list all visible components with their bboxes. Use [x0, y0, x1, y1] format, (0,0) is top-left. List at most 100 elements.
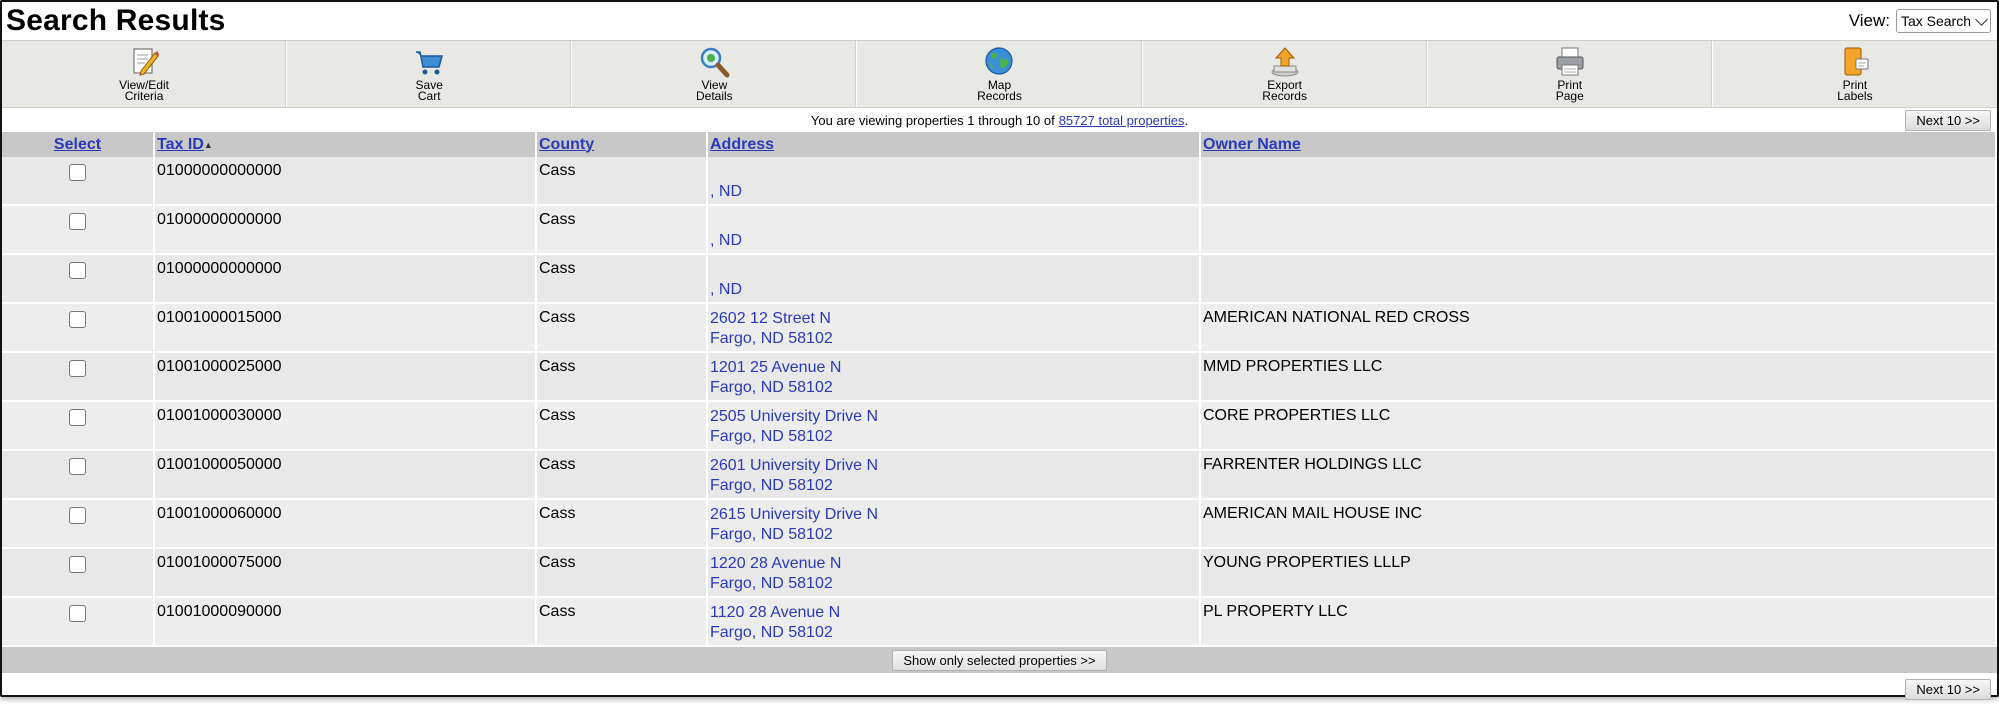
select-cell	[2, 401, 155, 451]
row-checkbox[interactable]	[69, 213, 86, 230]
view-edit-criteria-button[interactable]: View/Edit Criteria	[2, 41, 288, 107]
address-link[interactable]: 1201 25 Avenue N Fargo, ND 58102	[710, 353, 1197, 398]
save-cart-line2: Cart	[417, 89, 441, 103]
table-row: 01001000015000 Cass 2602 12 Street N Fargo,…	[2, 303, 1997, 353]
map-records-button[interactable]: Map Records	[857, 41, 1143, 107]
county-value: Cass	[539, 505, 576, 522]
select-sort-link[interactable]: Select	[54, 136, 101, 153]
table-row: 01001000090000 Cass 1120 28 Avenue N Fargo,…	[2, 597, 1997, 647]
county-cell: Cass	[536, 157, 708, 206]
export-upload-icon	[1267, 45, 1303, 79]
export-records-line2: Records	[1262, 89, 1307, 103]
row-checkbox[interactable]	[69, 311, 86, 328]
row-checkbox[interactable]	[69, 360, 86, 377]
row-checkbox[interactable]	[69, 458, 86, 475]
tax-id-cell: 01001000025000	[154, 352, 537, 402]
tax-id-value: 01000000000000	[157, 211, 282, 228]
address-link[interactable]: 1220 28 Avenue N Fargo, ND 58102	[710, 549, 1197, 594]
print-labels-line2: Labels	[1837, 89, 1873, 103]
map-records-line2: Records	[977, 89, 1022, 103]
tax-id-cell: 01001000060000	[154, 499, 537, 549]
show-selected-button[interactable]: Show only selected properties >>	[892, 649, 1107, 671]
print-labels-button[interactable]: Print Labels	[1713, 41, 1997, 107]
column-header-tax-id[interactable]: Tax ID▲	[154, 132, 537, 157]
county-value: Cass	[539, 456, 576, 473]
owner-name-value	[1203, 255, 1993, 260]
row-checkbox[interactable]	[69, 262, 86, 279]
address-link[interactable]: , ND	[710, 206, 1197, 251]
address-street	[710, 162, 1197, 182]
address-street: 2601 University Drive N	[710, 457, 879, 474]
chevron-down-icon	[1975, 12, 1988, 26]
page-header: Search Results View: Tax Search	[2, 2, 1997, 40]
address-link[interactable]: 2505 University Drive N Fargo, ND 58102	[710, 402, 1197, 447]
owner-cell	[1200, 157, 1997, 206]
select-cell	[2, 157, 155, 206]
total-properties-link[interactable]: 85727 total properties	[1059, 113, 1185, 128]
address-sort-link[interactable]: Address	[710, 136, 774, 153]
print-page-line2: Page	[1555, 89, 1584, 103]
address-street: 1220 28 Avenue N	[710, 555, 842, 572]
labels-icon	[1837, 45, 1873, 79]
address-city-state: , ND	[710, 281, 742, 298]
select-cell	[2, 597, 155, 647]
tax-id-value: 01001000060000	[157, 505, 282, 522]
select-cell	[2, 352, 155, 402]
county-value: Cass	[539, 162, 576, 179]
globe-icon	[981, 45, 1017, 79]
row-checkbox[interactable]	[69, 556, 86, 573]
results-table: Select Tax ID▲ County Address Owner Name…	[2, 132, 1997, 647]
save-cart-button[interactable]: Save Cart	[287, 41, 573, 107]
bottom-pagination: Next 10 >>	[2, 673, 1997, 703]
address-link[interactable]: 2602 12 Street N Fargo, ND 58102	[710, 304, 1197, 349]
county-cell: Cass	[536, 401, 708, 451]
column-header-select[interactable]: Select	[2, 132, 155, 157]
select-cell	[2, 254, 155, 304]
print-page-button[interactable]: Print Page	[1428, 41, 1713, 107]
address-cell: , ND	[707, 157, 1201, 206]
tax-id-sort-link[interactable]: Tax ID	[157, 136, 204, 153]
table-row: 01001000060000 Cass 2615 University Drive …	[2, 499, 1997, 549]
address-link[interactable]: , ND	[710, 255, 1197, 300]
column-header-address[interactable]: Address	[707, 132, 1201, 157]
row-checkbox[interactable]	[69, 164, 86, 181]
row-checkbox[interactable]	[69, 409, 86, 426]
address-link[interactable]: 1120 28 Avenue N Fargo, ND 58102	[710, 598, 1197, 643]
county-cell: Cass	[536, 597, 708, 647]
export-records-button[interactable]: Export Records	[1143, 41, 1428, 107]
row-checkbox[interactable]	[69, 507, 86, 524]
owner-sort-link[interactable]: Owner Name	[1203, 136, 1301, 153]
address-street: 2505 University Drive N	[710, 408, 879, 425]
address-link[interactable]: , ND	[710, 157, 1197, 202]
next-page-button-bottom[interactable]: Next 10 >>	[1905, 679, 1991, 700]
address-cell: 2602 12 Street N Fargo, ND 58102	[707, 303, 1201, 353]
address-link[interactable]: 2601 University Drive N Fargo, ND 58102	[710, 451, 1197, 496]
next-page-button-top[interactable]: Next 10 >>	[1905, 109, 1991, 131]
county-cell: Cass	[536, 548, 708, 598]
tax-id-cell: 01001000090000	[154, 597, 537, 647]
row-checkbox[interactable]	[69, 605, 86, 622]
county-cell: Cass	[536, 303, 708, 353]
address-city-state: Fargo, ND 58102	[710, 330, 833, 347]
county-value: Cass	[539, 554, 576, 571]
owner-name-value: CORE PROPERTIES LLC	[1203, 407, 1391, 424]
view-switcher: View: Tax Search	[1849, 9, 1991, 33]
tax-id-value: 01000000000000	[157, 260, 282, 277]
address-city-state: Fargo, ND 58102	[710, 575, 833, 592]
page-title: Search Results	[6, 4, 226, 37]
owner-name-value: YOUNG PROPERTIES LLLP	[1203, 554, 1411, 571]
address-link[interactable]: 2615 University Drive N Fargo, ND 58102	[710, 500, 1197, 545]
county-sort-link[interactable]: County	[539, 136, 594, 153]
edit-document-icon	[126, 45, 162, 79]
address-city-state: Fargo, ND 58102	[710, 428, 833, 445]
view-details-button[interactable]: View Details	[572, 41, 858, 107]
owner-cell: AMERICAN NATIONAL RED CROSS	[1200, 303, 1997, 353]
tax-id-value: 01001000015000	[157, 309, 282, 326]
results-count-text: You are viewing properties 1 through 10 …	[810, 112, 1055, 128]
view-select[interactable]: Tax Search	[1895, 9, 1991, 33]
column-header-county[interactable]: County	[536, 132, 708, 157]
address-cell: 2615 University Drive N Fargo, ND 58102	[707, 499, 1201, 549]
column-header-owner[interactable]: Owner Name	[1200, 132, 1997, 157]
printer-icon	[1552, 45, 1588, 79]
owner-cell: PL PROPERTY LLC	[1200, 597, 1997, 647]
